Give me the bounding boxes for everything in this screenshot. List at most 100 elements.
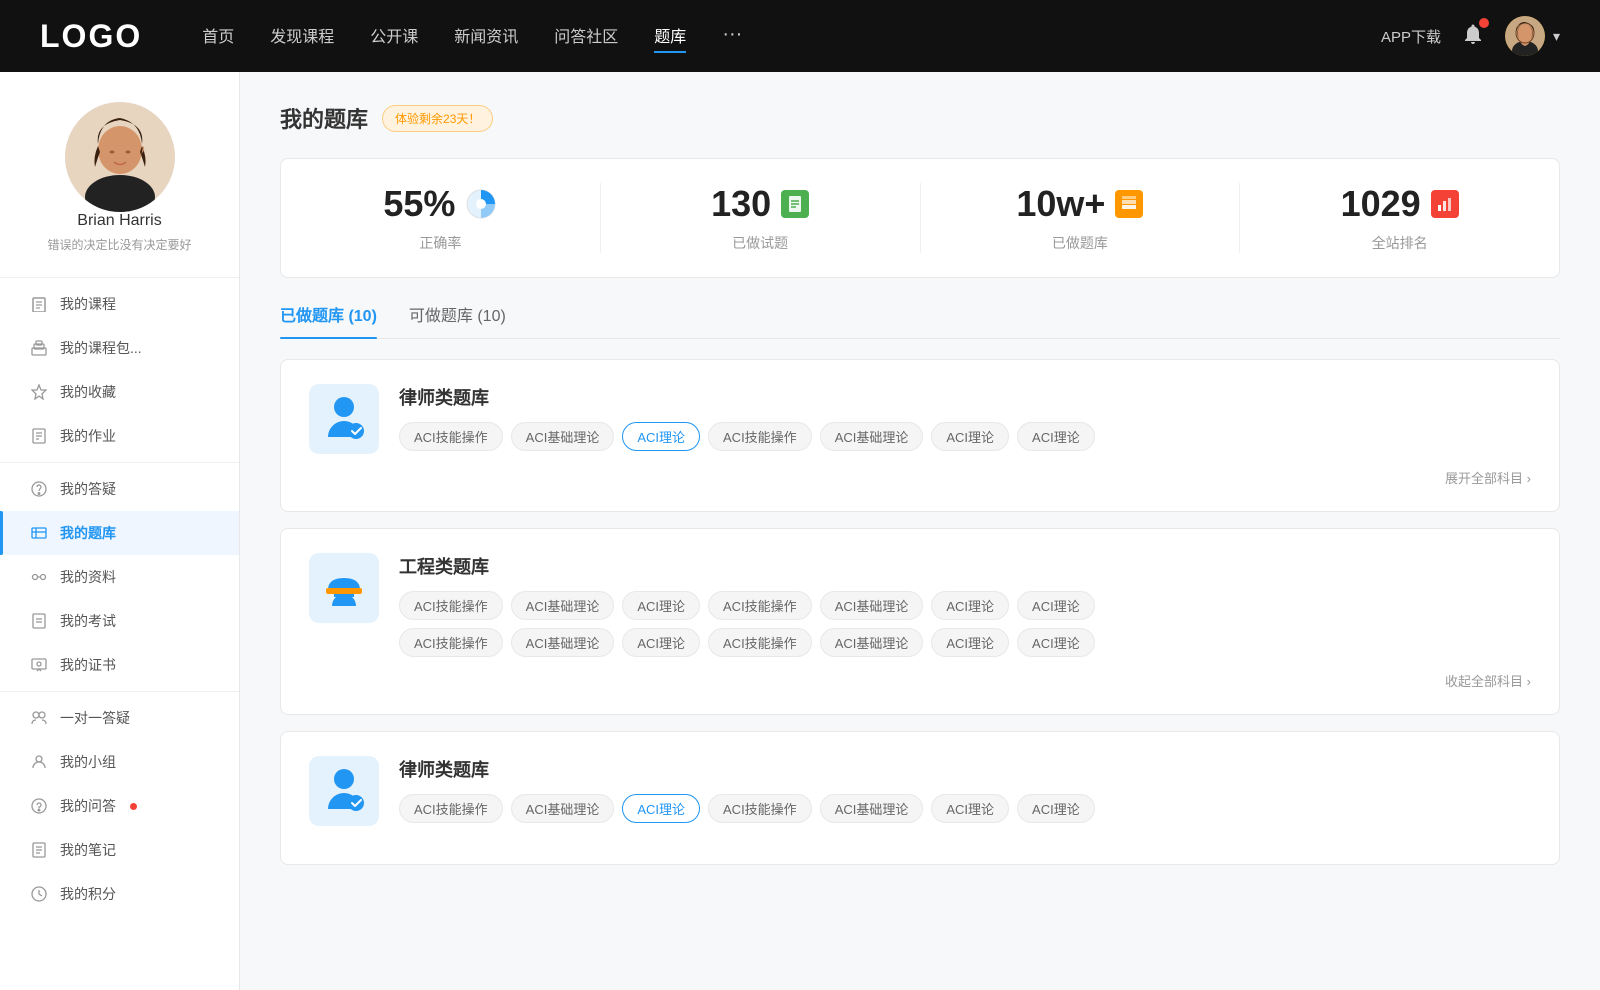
tag-2r2-7[interactable]: ACI理论: [1017, 628, 1095, 657]
sidebar-label-homework: 我的作业: [60, 426, 116, 446]
tag-2r2-5[interactable]: ACI基础理论: [820, 628, 924, 657]
qbank-card-header-1: 律师类题库 ACI技能操作 ACI基础理论 ACI理论 ACI技能操作 ACI基…: [309, 384, 1531, 454]
tag-2-7[interactable]: ACI理论: [1017, 591, 1095, 620]
nav-qa[interactable]: 问答社区: [554, 19, 618, 53]
stat-correct-rate: 55% 正确率: [281, 183, 601, 253]
stat-value-questions: 130: [711, 183, 771, 225]
logo[interactable]: LOGO: [40, 18, 142, 55]
profile-motto: 错误的决定比没有决定要好: [47, 236, 191, 253]
tab-done[interactable]: 已做题库 (10): [280, 302, 377, 338]
qbank-title-1: 律师类题库: [399, 384, 1531, 410]
sidebar-item-group[interactable]: 我的小组: [0, 740, 239, 784]
tag-3-7[interactable]: ACI理论: [1017, 794, 1095, 823]
tutor-icon: [30, 709, 48, 727]
sidebar-item-tutor[interactable]: 一对一答疑: [0, 696, 239, 740]
qbank-footer-2: 收起全部科目 ›: [309, 671, 1531, 690]
main-content: 我的题库 体验剩余23天！ 55% 正确: [240, 72, 1600, 990]
qbank-content-2: 工程类题库 ACI技能操作 ACI基础理论 ACI理论 ACI技能操作 ACI基…: [399, 553, 1531, 657]
sidebar-label-data: 我的资料: [60, 567, 116, 587]
sidebar-item-data[interactable]: 我的资料: [0, 555, 239, 599]
tag-1-7[interactable]: ACI理论: [1017, 422, 1095, 451]
sidebar-item-qbank[interactable]: 我的题库: [0, 511, 239, 555]
tag-1-1[interactable]: ACI技能操作: [399, 422, 503, 451]
sidebar-label-myqa: 我的答疑: [60, 479, 116, 499]
sidebar-item-points[interactable]: 我的积分: [0, 872, 239, 916]
tag-1-5[interactable]: ACI基础理论: [820, 422, 924, 451]
cert-icon: [30, 656, 48, 674]
tag-1-2[interactable]: ACI基础理论: [511, 422, 615, 451]
tag-3-4[interactable]: ACI技能操作: [708, 794, 812, 823]
stat-label-questions: 已做试题: [732, 233, 788, 253]
trial-badge: 体验剩余23天！: [382, 105, 493, 132]
nav-more[interactable]: ···: [722, 19, 742, 53]
tag-3-5[interactable]: ACI基础理论: [820, 794, 924, 823]
nav-open-course[interactable]: 公开课: [370, 19, 418, 53]
sidebar-item-myqa[interactable]: 我的答疑: [0, 467, 239, 511]
sidebar-item-homework[interactable]: 我的作业: [0, 414, 239, 458]
sidebar-label-tutor: 一对一答疑: [60, 708, 130, 728]
question-icon: [30, 480, 48, 498]
notification-bell[interactable]: [1461, 22, 1485, 51]
expand-link-2[interactable]: 收起全部科目 ›: [1445, 671, 1531, 690]
stat-qbanks-done: 10w+ 已做题库: [921, 183, 1241, 253]
sidebar-item-qa[interactable]: 我的问答: [0, 784, 239, 828]
tabs-bar: 已做题库 (10) 可做题库 (10): [280, 302, 1560, 339]
sidebar-label-qbank: 我的题库: [60, 523, 116, 543]
sidebar-item-notes[interactable]: 我的笔记: [0, 828, 239, 872]
avatar: [1505, 16, 1545, 56]
tab-available[interactable]: 可做题库 (10): [409, 302, 506, 338]
tag-3-1[interactable]: ACI技能操作: [399, 794, 503, 823]
nav-news[interactable]: 新闻资讯: [454, 19, 518, 53]
profile-name: Brian Harris: [77, 212, 161, 230]
points-icon: [30, 885, 48, 903]
qbank-icon-lawyer: [309, 384, 379, 454]
stat-top-correct: 55%: [383, 183, 497, 225]
stat-label-qbanks: 已做题库: [1052, 233, 1108, 253]
tag-3-2[interactable]: ACI基础理论: [511, 794, 615, 823]
data-icon: [30, 568, 48, 586]
doc-icon: [781, 190, 809, 218]
stat-value-qbanks: 10w+: [1016, 183, 1105, 225]
star-icon: [30, 383, 48, 401]
stack-icon: [1115, 190, 1143, 218]
qbank-title-3: 律师类题库: [399, 756, 1531, 782]
tag-2-6[interactable]: ACI理论: [931, 591, 1009, 620]
tag-2-2[interactable]: ACI基础理论: [511, 591, 615, 620]
homework-icon: [30, 427, 48, 445]
sidebar-item-favorites[interactable]: 我的收藏: [0, 370, 239, 414]
tag-2-4[interactable]: ACI技能操作: [708, 591, 812, 620]
app-download-button[interactable]: APP下载: [1381, 26, 1441, 47]
bar-chart-icon: [1431, 190, 1459, 218]
sidebar-item-exam[interactable]: 我的考试: [0, 599, 239, 643]
nav-discover[interactable]: 发现课程: [270, 19, 334, 53]
tag-1-6[interactable]: ACI理论: [931, 422, 1009, 451]
nav-qbank[interactable]: 题库: [654, 19, 686, 53]
tag-2r2-4[interactable]: ACI技能操作: [708, 628, 812, 657]
stat-value-correct: 55%: [383, 183, 455, 225]
sidebar-item-course[interactable]: 我的课程: [0, 282, 239, 326]
sidebar-item-cert[interactable]: 我的证书: [0, 643, 239, 687]
tag-2-5[interactable]: ACI基础理论: [820, 591, 924, 620]
tag-2r2-2[interactable]: ACI基础理论: [511, 628, 615, 657]
stat-rank: 1029 全站排名: [1240, 183, 1559, 253]
qbank-card-lawyer-2: 律师类题库 ACI技能操作 ACI基础理论 ACI理论 ACI技能操作 ACI基…: [280, 731, 1560, 865]
stat-label-correct: 正确率: [419, 233, 461, 253]
expand-link-1[interactable]: 展开全部科目 ›: [1445, 468, 1531, 487]
user-avatar-menu[interactable]: ▾: [1505, 16, 1560, 56]
nav-home[interactable]: 首页: [202, 19, 234, 53]
tag-2r2-3[interactable]: ACI理论: [622, 628, 700, 657]
tag-2r2-1[interactable]: ACI技能操作: [399, 628, 503, 657]
tag-2-1[interactable]: ACI技能操作: [399, 591, 503, 620]
package-icon: [30, 339, 48, 357]
tag-1-4[interactable]: ACI技能操作: [708, 422, 812, 451]
sidebar-item-package[interactable]: 我的课程包...: [0, 326, 239, 370]
tag-3-3[interactable]: ACI理论: [622, 794, 700, 823]
tag-2r2-6[interactable]: ACI理论: [931, 628, 1009, 657]
stat-top-questions: 130: [711, 183, 809, 225]
qbank-content-3: 律师类题库 ACI技能操作 ACI基础理论 ACI理论 ACI技能操作 ACI基…: [399, 756, 1531, 823]
tag-3-6[interactable]: ACI理论: [931, 794, 1009, 823]
tag-1-3[interactable]: ACI理论: [622, 422, 700, 451]
tag-2-3[interactable]: ACI理论: [622, 591, 700, 620]
sidebar-divider-3: [0, 691, 239, 692]
sidebar-label-cert: 我的证书: [60, 655, 116, 675]
